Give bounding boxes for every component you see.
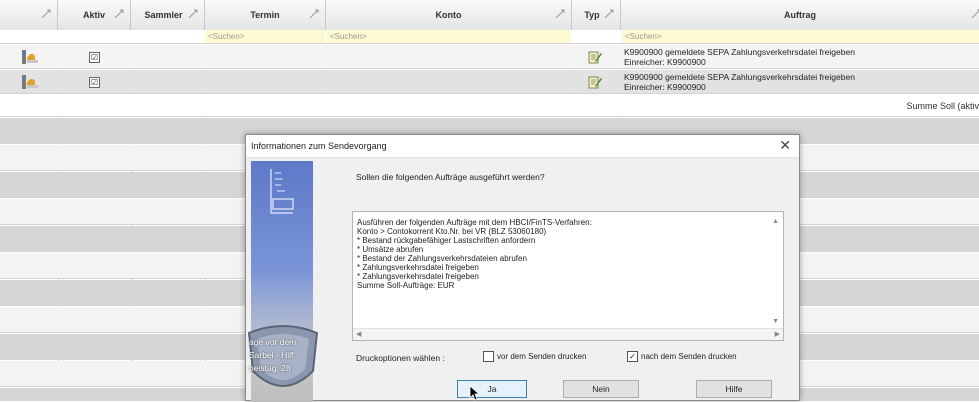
konto-search-input[interactable]: <Suchen>: [327, 30, 571, 43]
no-button[interactable]: Nein: [563, 380, 639, 398]
table-row[interactable]: ☑ K9900900 gemeldete SEPA Zahlungsverkeh…: [0, 70, 979, 94]
grid-header: Aktiv Sammler Termin Konto Typ Auftrag: [0, 0, 979, 31]
auftrag-search-input[interactable]: <Suchen>: [622, 30, 979, 43]
scroll-right-arrow[interactable]: ▶: [775, 329, 780, 340]
art-text-line: neistag, 28: [249, 363, 291, 373]
column-header-sammler[interactable]: Sammler: [131, 0, 205, 30]
list-item: * Zahlungsverkehrsdatei freigeben: [357, 263, 479, 272]
close-icon[interactable]: ✕: [779, 138, 791, 152]
sort-icon[interactable]: [555, 9, 565, 19]
dialog-side-illustration: age vor dem Sarbei - Hilf neistag, 28: [247, 161, 319, 402]
auftrag-text: K9900900 gemeldete SEPA Zahlungsverkehrs…: [624, 47, 855, 67]
help-button[interactable]: Hilfe: [696, 380, 772, 398]
list-item: Konto > Contokorrent Kto.Nr. bei VR (BLZ…: [357, 227, 547, 236]
sort-icon[interactable]: [971, 9, 979, 19]
list-item: Ausführen der folgenden Aufträge mit dem…: [357, 218, 592, 227]
dialog-titlebar[interactable]: Informationen zum Sendevorgang ✕: [246, 135, 799, 158]
list-item: * Umsätze abrufen: [357, 245, 424, 254]
summary-row: Summe Soll (aktiv: [0, 95, 979, 117]
column-header-auftrag[interactable]: Auftrag: [621, 0, 979, 30]
scroll-down-arrow[interactable]: ▼: [772, 316, 779, 327]
art-text-line: Sarbei - Hilf: [249, 350, 294, 360]
list-item: * Bestand rückgabefähiger Lastschriften …: [357, 236, 536, 245]
print-before-send-checkbox[interactable]: [483, 351, 494, 362]
mouse-cursor-icon: [469, 385, 481, 401]
summary-label: Summe Soll (aktiv: [906, 101, 979, 111]
sort-icon[interactable]: [41, 9, 51, 19]
horizontal-scrollbar[interactable]: ◀ ▶: [353, 328, 783, 340]
sort-icon[interactable]: [604, 9, 614, 19]
list-item: Summe Soll-Aufträge: EUR: [357, 281, 455, 290]
order-summary-listbox[interactable]: Ausführen der folgenden Aufträge mit dem…: [352, 211, 784, 341]
yes-button[interactable]: Ja: [457, 380, 527, 398]
sort-icon[interactable]: [309, 9, 319, 19]
aktiv-checkbox[interactable]: ☑: [89, 77, 100, 88]
art-text-line: age vor dem: [249, 337, 297, 347]
print-options-label: Druckoptionen wählen :: [356, 353, 445, 363]
scroll-up-arrow[interactable]: ▲: [772, 216, 779, 227]
column-header-aktiv[interactable]: Aktiv: [58, 0, 131, 30]
sort-icon[interactable]: [114, 9, 124, 19]
edit-document-icon[interactable]: [588, 50, 602, 64]
table-row[interactable]: ☑ K9900900 gemeldete SEPA Zahlungsverkeh…: [0, 45, 979, 69]
dialog-question: Sollen die folgenden Aufträge ausgeführt…: [356, 172, 545, 182]
print-after-send-option[interactable]: ✓ nach dem Senden drucken: [627, 351, 737, 362]
print-after-send-label: nach dem Senden drucken: [641, 352, 737, 361]
search-row: <Suchen> <Suchen> <Suchen>: [0, 30, 979, 44]
send-info-dialog: Informationen zum Sendevorgang ✕ age vor…: [245, 134, 800, 402]
dialog-title: Informationen zum Sendevorgang: [251, 141, 387, 151]
print-after-send-checkbox[interactable]: ✓: [627, 351, 638, 362]
shield-icon: [247, 325, 319, 387]
print-before-send-option[interactable]: vor dem Senden drucken: [483, 351, 586, 362]
sort-icon[interactable]: [188, 9, 198, 19]
scroll-left-arrow[interactable]: ◀: [356, 329, 361, 340]
order-status-icon: [22, 50, 38, 64]
column-header-status[interactable]: [0, 0, 58, 30]
document-stack-icon: [270, 169, 294, 214]
auftrag-text: K9900900 gemeldete SEPA Zahlungsverkehrs…: [624, 72, 855, 92]
column-header-konto[interactable]: Konto: [326, 0, 572, 30]
termin-search-input[interactable]: <Suchen>: [205, 30, 325, 43]
order-status-icon: [22, 75, 38, 89]
edit-document-icon[interactable]: [588, 75, 602, 89]
print-before-send-label: vor dem Senden drucken: [497, 352, 587, 361]
column-header-termin[interactable]: Termin: [205, 0, 326, 30]
list-item: * Bestand der Zahlungsverkehrsdateien ab…: [357, 254, 527, 263]
list-item: * Zahlungsverkehrsdatei freigeben: [357, 272, 479, 281]
column-header-typ[interactable]: Typ: [572, 0, 621, 30]
aktiv-checkbox[interactable]: ☑: [89, 52, 100, 63]
